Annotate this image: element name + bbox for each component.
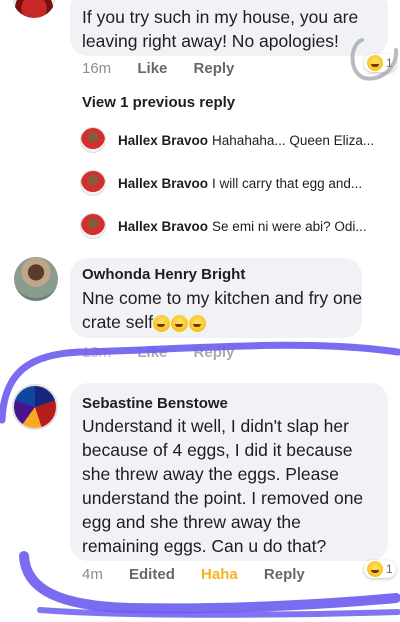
haha-reaction-button[interactable]: Haha [201, 566, 238, 583]
rofl-emoji-icon [171, 314, 188, 332]
comment-text-line: crate self [82, 310, 206, 334]
avatar[interactable] [80, 170, 106, 196]
reply-snippet: Se emi ni were abi? Odi... [212, 219, 367, 234]
reaction-count: 1 [386, 562, 393, 576]
comment-text: egg and she threw away the [82, 512, 301, 532]
comment-actions: 16m Like Reply [82, 60, 256, 77]
annotation-overlap [60, 338, 360, 364]
comment-text: Understand it well, I didn't slap her [82, 416, 349, 436]
reply-preview[interactable]: Hallex Bravoo I will carry that egg and..… [118, 176, 362, 191]
avatar[interactable] [80, 127, 106, 153]
reply-author[interactable]: Hallex Bravoo [118, 219, 208, 234]
rofl-emoji-icon [153, 314, 170, 332]
reaction-badge[interactable]: 1 [364, 54, 396, 72]
comment-actions: 4m Edited Haha Reply [82, 566, 327, 583]
like-button[interactable]: Like [137, 60, 167, 77]
reply-preview[interactable]: Hallex Bravoo Se emi ni were abi? Odi... [118, 219, 367, 234]
reply-author[interactable]: Hallex Bravoo [118, 176, 208, 191]
comment-author[interactable]: Owhonda Henry Bright [82, 266, 245, 283]
laughing-emoji-icon [367, 55, 383, 71]
reply-snippet: I will carry that egg and... [212, 176, 363, 191]
comment-text: leaving right away! No apologies! [82, 31, 339, 51]
view-previous-replies-link[interactable]: View 1 previous reply [82, 94, 235, 111]
reply-snippet: Hahahaha... Queen Eliza... [212, 133, 375, 148]
avatar[interactable] [80, 213, 106, 239]
timestamp: 16m [82, 60, 112, 77]
comment-text: crate self [82, 312, 153, 332]
comment-text: understand the point. I removed one [82, 488, 364, 508]
reply-button[interactable]: Reply [194, 60, 235, 77]
avatar[interactable] [14, 257, 58, 301]
avatar[interactable] [12, 384, 58, 430]
edited-label[interactable]: Edited [129, 566, 175, 583]
comment-text: she threw away the eggs. Please [82, 464, 339, 484]
reply-preview[interactable]: Hallex Bravoo Hahahaha... Queen Eliza... [118, 133, 374, 148]
laughing-emoji-icon [367, 561, 383, 577]
emoji-group [153, 314, 206, 332]
reaction-badge[interactable]: 1 [364, 560, 396, 578]
comment-text: remaining eggs. Can u do that? [82, 536, 327, 556]
timestamp: 4m [82, 566, 103, 583]
comment-text: because of 4 eggs, I did it because [82, 440, 353, 460]
avatar[interactable] [12, 0, 56, 18]
comment-text: If you try such in my house, you are [82, 7, 359, 27]
laughing-emoji-icon [189, 314, 206, 332]
comment-author[interactable]: Sebastine Benstowe [82, 395, 228, 412]
reaction-count: 1 [386, 56, 393, 70]
comment-text: Nne come to my kitchen and fry one [82, 288, 363, 308]
reply-author[interactable]: Hallex Bravoo [118, 133, 208, 148]
reply-button[interactable]: Reply [264, 566, 305, 583]
